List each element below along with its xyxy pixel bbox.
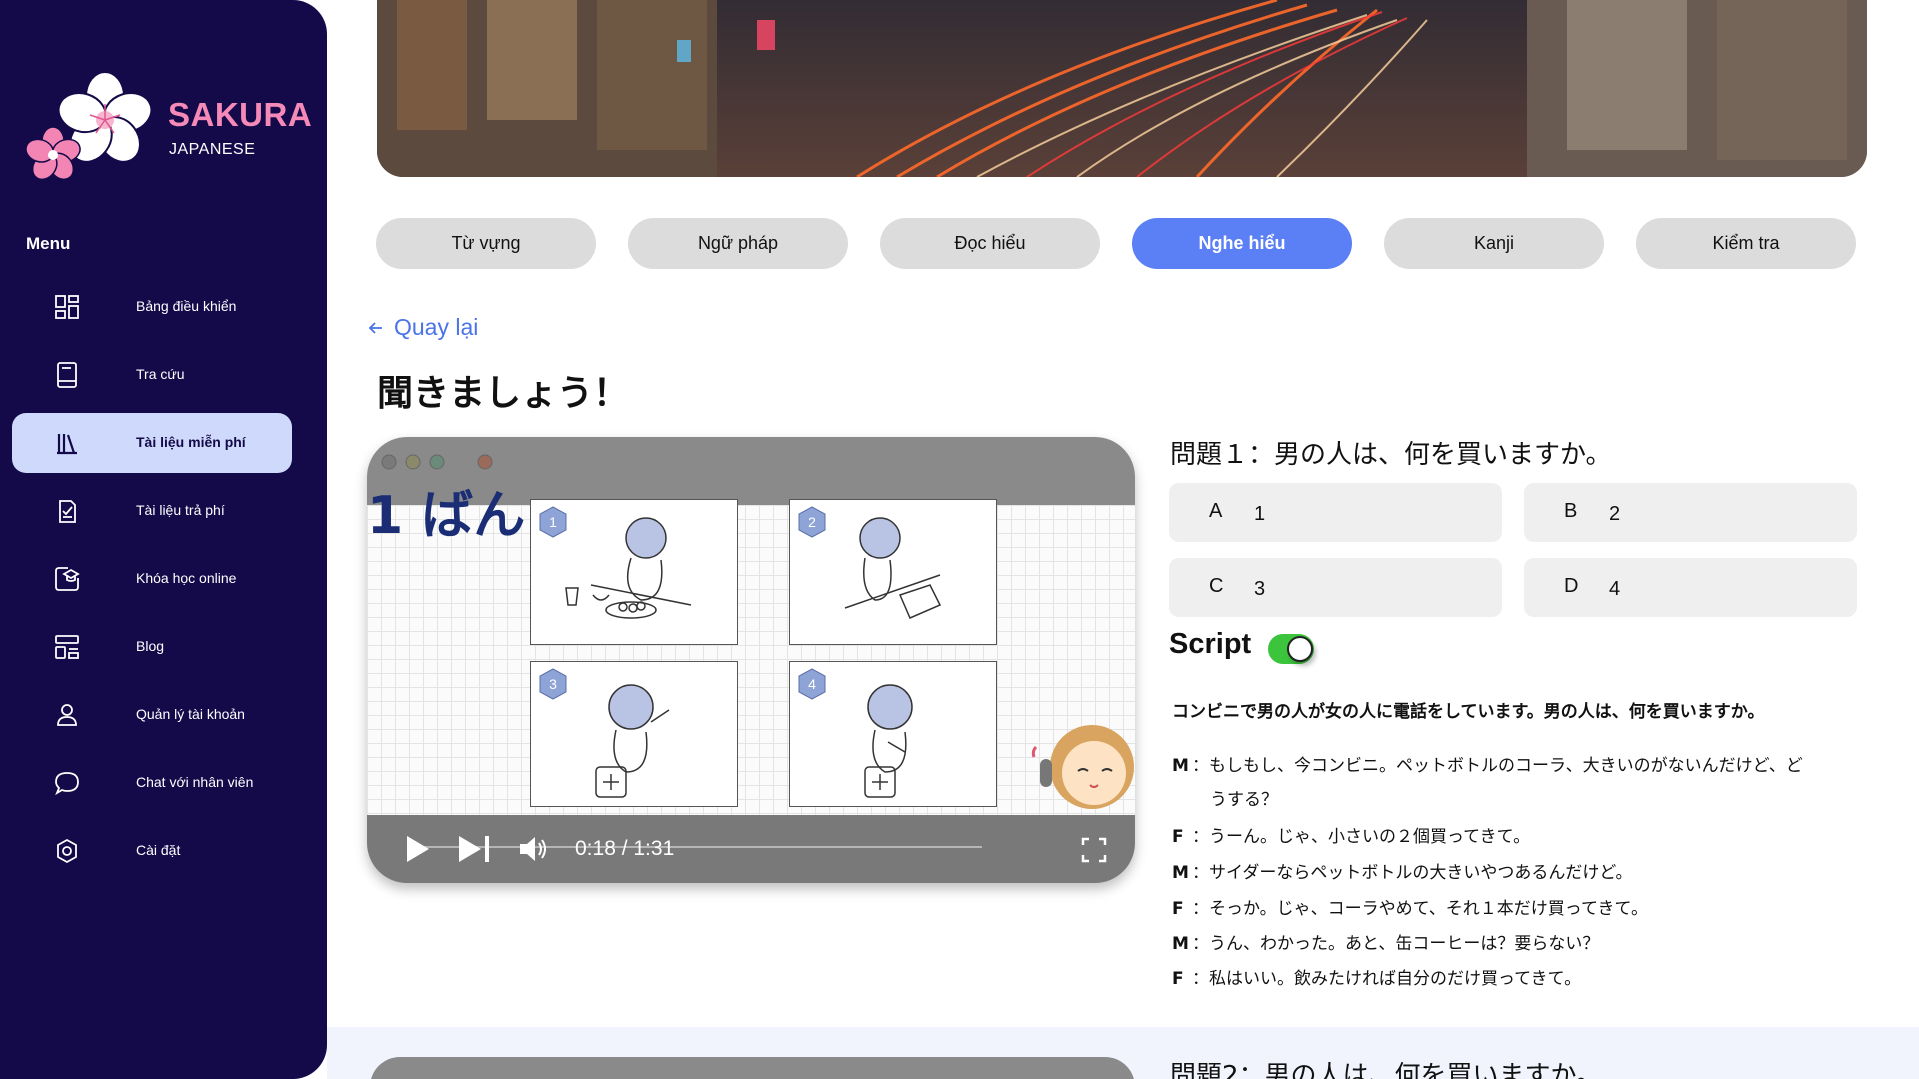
video-progress-bar[interactable] — [422, 846, 982, 848]
sidebar-item-label: Khóa học online — [136, 570, 237, 586]
play-pause-icon[interactable] — [457, 833, 493, 865]
back-link[interactable]: Quay lại — [368, 314, 478, 341]
option-value: 3 — [1254, 578, 1266, 600]
video-player-2[interactable] — [370, 1057, 1135, 1079]
answer-option-d[interactable]: D 4 — [1524, 558, 1857, 617]
script-line: F ：私はいい。飲みたければ自分のだけ買ってきて。 — [1172, 964, 1581, 989]
blog-icon — [52, 632, 82, 662]
speaker-label: M — [1172, 863, 1189, 883]
line-text: うする？ — [1210, 790, 1278, 810]
sidebar-item-lookup[interactable]: Tra cứu — [12, 345, 292, 405]
line-text: ：うーん。じゃ、小さいの２個買ってきて。 — [1192, 827, 1531, 847]
option-letter: A — [1209, 500, 1223, 522]
sidebar-item-label: Tài liệu trả phí — [136, 502, 225, 518]
sidebar: SAKURA JAPANESE Menu Bảng điều khiển Tra… — [0, 0, 327, 1079]
script-intro: コンビニで男の人が女の人に電話をしています。男の人は、何を買いますか。 — [1172, 702, 1765, 722]
answer-option-c[interactable]: C 3 — [1169, 558, 1502, 617]
video-slide-title: 1 ばん — [367, 486, 526, 546]
script-line: うする？ — [1192, 785, 1278, 810]
line-text: ：私はいい。飲みたければ自分のだけ買ってきて。 — [1192, 969, 1582, 989]
sidebar-item-settings[interactable]: Cài đặt — [12, 821, 292, 881]
answer-picture-1: 1 — [530, 499, 738, 645]
line-text: ：うん、わかった。あと、缶コーヒーは？要らない？ — [1192, 934, 1600, 954]
option-value: 4 — [1609, 578, 1621, 600]
back-link-label: Quay lại — [394, 314, 479, 340]
tab-listening[interactable]: Nghe hiểu — [1132, 218, 1352, 269]
book-icon — [52, 360, 82, 390]
video-time: 0:18 / 1:31 — [575, 837, 675, 860]
volume-icon[interactable] — [517, 833, 549, 865]
sidebar-item-paid-documents[interactable]: Tài liệu trả phí — [12, 481, 292, 541]
option-letter: C — [1209, 575, 1224, 597]
sidebar-item-chat[interactable]: Chat với nhân viên — [12, 753, 292, 813]
toggle-knob — [1287, 636, 1313, 662]
tab-test[interactable]: Kiểm tra — [1636, 218, 1856, 269]
line-text: ：そっか。じゃ、コーラやめて、それ１本だけ買ってきて。 — [1192, 899, 1648, 919]
menu-title: Menu — [26, 234, 71, 253]
sidebar-item-label: Bảng điều khiển — [136, 298, 237, 314]
option-letter: B — [1564, 500, 1578, 522]
sakura-flower-icon — [25, 71, 153, 181]
speaker-label: F — [1172, 899, 1184, 919]
script-line: F ：うーん。じゃ、小さいの２個買ってきて。 — [1172, 822, 1530, 847]
answer-picture-3: 3 — [530, 661, 738, 807]
city-banner-image — [377, 0, 1867, 177]
paid-document-icon — [52, 496, 82, 526]
settings-icon — [52, 836, 82, 866]
sidebar-item-label: Tra cứu — [136, 366, 185, 382]
arrow-left-icon — [368, 321, 382, 334]
tab-reading[interactable]: Đọc hiểu — [880, 218, 1100, 269]
online-course-icon — [52, 564, 82, 594]
fullscreen-icon[interactable] — [1079, 835, 1109, 865]
user-icon — [52, 700, 82, 730]
sidebar-item-label: Chat với nhân viên — [136, 774, 254, 790]
sidebar-item-account[interactable]: Quản lý tài khoản — [12, 685, 292, 745]
speaker-label: F — [1172, 827, 1184, 847]
sidebar-item-label: Blog — [136, 638, 165, 654]
sidebar-item-free-documents[interactable]: Tài liệu miễn phí — [12, 413, 292, 473]
answer-option-a[interactable]: A 1 — [1169, 483, 1502, 542]
chat-icon — [52, 768, 82, 798]
logo[interactable]: SAKURA JAPANESE — [20, 68, 313, 188]
page-title: 聞きましょう！ — [377, 373, 630, 414]
script-line: M ：もしもし、今コンビニ。ペットボトルのコーラ、大きいのがないんだけど、ど — [1172, 751, 1803, 776]
speaker-label: M — [1172, 934, 1189, 954]
speaker-label: F — [1172, 969, 1184, 989]
question-1-title: 問題１：男の人は、何を買いますか。 — [1170, 440, 1612, 470]
library-icon — [52, 428, 82, 458]
video-player[interactable]: 1 ばん 1 2 3 4 0:18 / 1:31 — [367, 437, 1135, 883]
tab-grammar[interactable]: Ngữ pháp — [628, 218, 848, 269]
answer-option-b[interactable]: B 2 — [1524, 483, 1857, 542]
option-value: 1 — [1254, 503, 1266, 525]
answer-picture-2: 2 — [789, 499, 997, 645]
sidebar-item-label: Tài liệu miễn phí — [136, 434, 246, 450]
video-frame — [367, 505, 1135, 815]
brand-subtitle: JAPANESE — [169, 141, 256, 158]
question-2-title: 問題2：男の人は、何を買いますか。 — [1170, 1061, 1603, 1079]
option-letter: D — [1564, 575, 1579, 597]
play-icon[interactable] — [401, 833, 433, 865]
line-text: ：サイダーならペットボトルの大きいやつあるんだけど。 — [1192, 863, 1633, 883]
answer-picture-4: 4 — [789, 661, 997, 807]
script-toggle[interactable] — [1268, 634, 1314, 664]
sidebar-item-online-courses[interactable]: Khóa học online — [12, 549, 292, 609]
video-controls: 0:18 / 1:31 — [367, 815, 1135, 883]
script-line: M ：うん、わかった。あと、缶コーヒーは？要らない？ — [1172, 929, 1599, 954]
brand-name: SAKURA — [168, 96, 313, 133]
script-line: F ：そっか。じゃ、コーラやめて、それ１本だけ買ってきて。 — [1172, 894, 1648, 919]
dashboard-icon — [52, 292, 82, 322]
speaker-label: M — [1172, 756, 1189, 776]
tab-kanji[interactable]: Kanji — [1384, 218, 1604, 269]
sidebar-item-blog[interactable]: Blog — [12, 617, 292, 677]
line-text: ：もしもし、今コンビニ。ペットボトルのコーラ、大きいのがないんだけど、ど — [1192, 756, 1803, 776]
sidebar-item-label: Quản lý tài khoản — [136, 706, 245, 722]
option-value: 2 — [1609, 503, 1621, 525]
script-line: M ：サイダーならペットボトルの大きいやつあるんだけど。 — [1172, 858, 1632, 883]
tab-vocabulary[interactable]: Từ vựng — [376, 218, 596, 269]
sidebar-item-label: Cài đặt — [136, 842, 181, 858]
sidebar-item-dashboard[interactable]: Bảng điều khiển — [12, 277, 292, 337]
script-label: Script — [1169, 628, 1252, 660]
